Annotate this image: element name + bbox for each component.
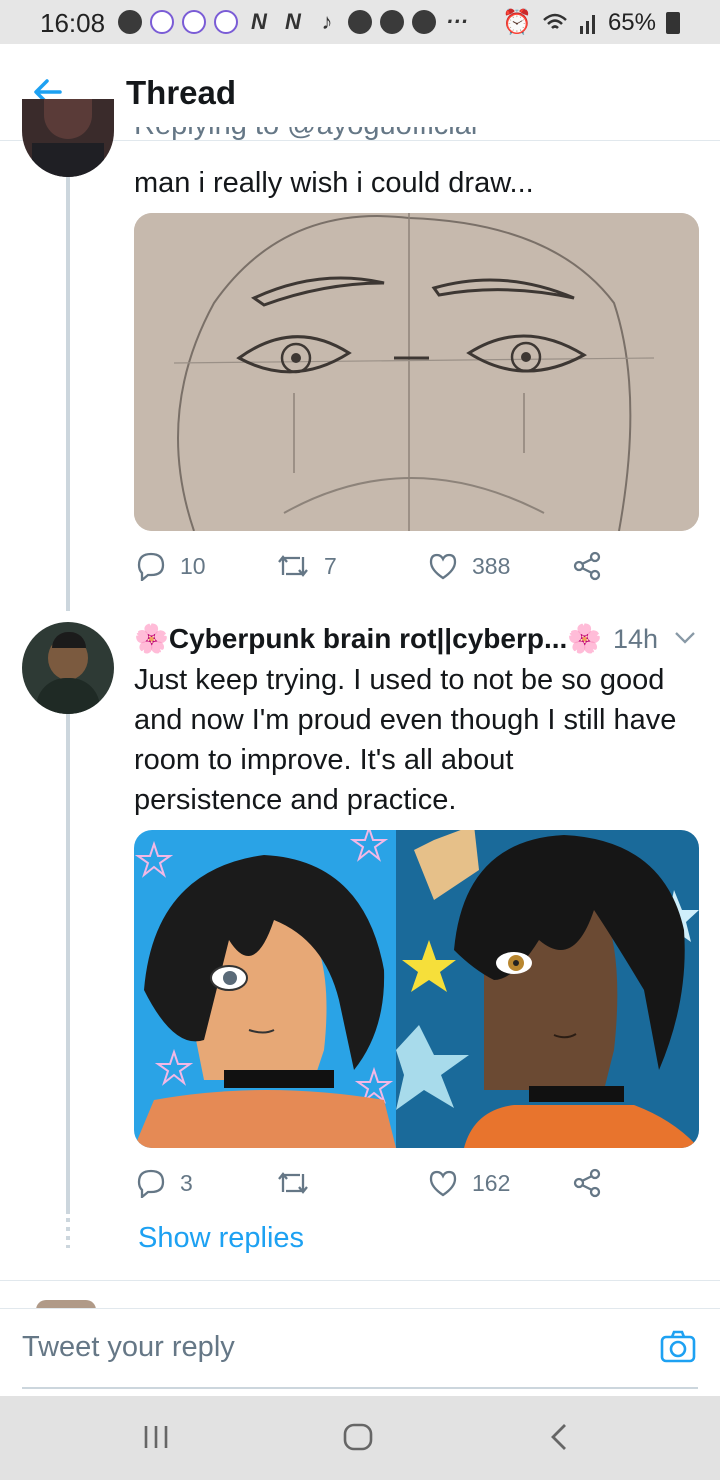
tweet-text-line: room to improve. It's all about	[134, 744, 514, 776]
retweet-action[interactable]	[276, 1168, 324, 1198]
avatar[interactable]	[22, 99, 114, 177]
system-navigation-bar	[0, 1396, 720, 1480]
author-name[interactable]: 🌸Cyberpunk brain rot||cyberp...🌸	[134, 622, 654, 658]
status-bar: 16:08 N N ♪ ··· ⏰ 65%	[0, 0, 720, 44]
share-icon[interactable]	[572, 1168, 602, 1198]
alarm-icon: ⏰	[502, 9, 532, 36]
heart-app-icon	[150, 10, 174, 34]
heart-app-icon	[182, 10, 206, 34]
clock: 16:08	[40, 8, 106, 38]
tweet-image-sketch[interactable]	[134, 213, 699, 531]
like-count: 388	[472, 552, 511, 579]
replying-to-label: Replying to @ayoguofficial	[134, 127, 694, 151]
whatsapp-icon	[118, 10, 142, 34]
tweet-text: man i really wish i could draw...	[134, 167, 534, 199]
reply-icon	[137, 1169, 165, 1198]
notification-icons: N N ♪ ···	[118, 9, 470, 34]
tweet-2[interactable]: 🌸Cyberpunk brain rot||cyberp...🌸 14h Jus…	[0, 612, 720, 1280]
battery-icon	[666, 11, 680, 34]
show-replies-link[interactable]: Show replies	[138, 1222, 304, 1255]
like-action[interactable]: 162	[428, 1168, 510, 1198]
avatar[interactable]	[22, 622, 114, 714]
home-icon[interactable]	[342, 1422, 374, 1452]
reply-icon	[137, 552, 165, 581]
share-icon[interactable]	[572, 551, 602, 581]
reply-action[interactable]: 3	[136, 1168, 193, 1198]
page-title: Thread	[126, 74, 237, 111]
tweet-text-line: Just keep trying. I used to not be so go…	[134, 664, 665, 696]
recent-apps-icon[interactable]	[142, 1424, 170, 1450]
chevron-down-icon[interactable]	[674, 630, 696, 646]
tweet-text-line: and now I'm proud even though I still ha…	[134, 704, 677, 736]
retweet-icon	[278, 555, 308, 577]
heart-icon	[429, 553, 457, 580]
thread-line	[66, 177, 70, 611]
like-action[interactable]: 388	[428, 551, 510, 581]
app-notification-icon	[348, 10, 372, 34]
thread-dots	[66, 1218, 70, 1248]
reply-composer: Tweet your reply	[0, 1308, 720, 1397]
tweet-1[interactable]: Replying to @ayoguofficial man i really …	[0, 99, 720, 611]
back-icon[interactable]	[548, 1422, 570, 1452]
n-app-icon: N	[251, 9, 267, 34]
n-app-icon: N	[285, 9, 301, 34]
tweet-text: Just keep trying. I used to not be so go…	[134, 660, 704, 820]
signal-icon	[579, 14, 595, 34]
reply-count: 3	[180, 1169, 193, 1196]
reply-action[interactable]: 10	[136, 551, 206, 581]
app-notification-icon	[412, 10, 436, 34]
tweet-timestamp: 14h	[613, 624, 659, 654]
heart-app-icon	[214, 10, 238, 34]
app-notification-icon	[380, 10, 404, 34]
camera-icon[interactable]	[660, 1329, 696, 1365]
retweet-icon	[278, 1172, 308, 1194]
tweet-image-drawings[interactable]	[134, 830, 699, 1148]
reply-input[interactable]: Tweet your reply	[22, 1331, 235, 1364]
more-notifications-icon: ···	[446, 9, 468, 34]
retweet-count: 7	[324, 552, 337, 579]
reply-count: 10	[180, 552, 206, 579]
tiktok-icon: ♪	[321, 9, 333, 34]
reply-input-underline	[22, 1387, 698, 1389]
tweet-text-line: persistence and practice.	[134, 784, 457, 816]
like-count: 162	[472, 1169, 511, 1196]
thread-line	[66, 714, 70, 1214]
system-status: ⏰ 65%	[502, 8, 680, 37]
divider	[0, 1280, 720, 1281]
battery-percent: 65%	[607, 8, 656, 36]
wifi-icon	[543, 13, 567, 29]
retweet-action[interactable]: 7	[276, 551, 337, 581]
heart-icon	[429, 1170, 457, 1197]
